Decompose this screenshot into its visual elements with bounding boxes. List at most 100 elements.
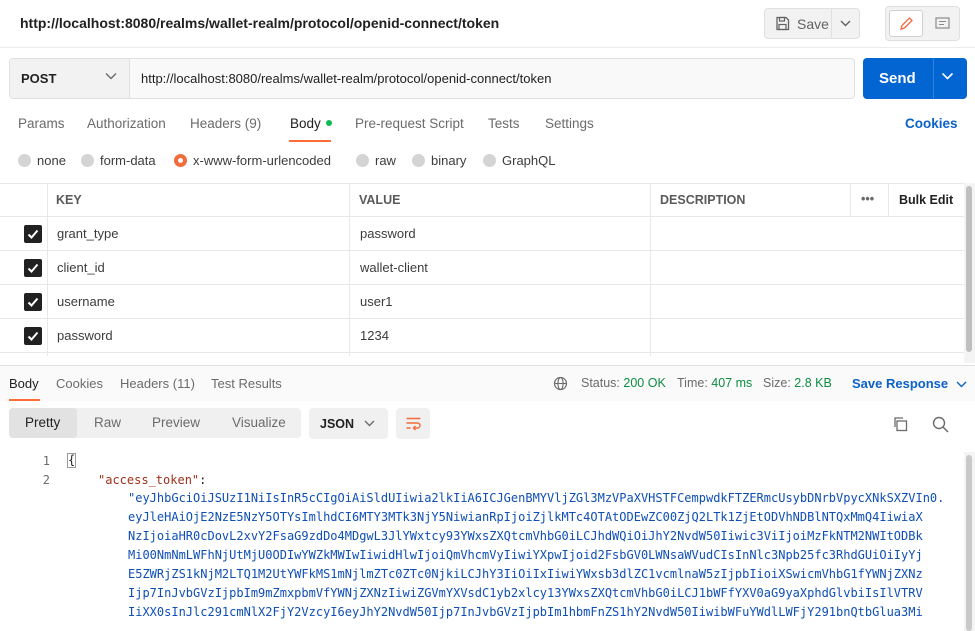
row-checkbox[interactable] (24, 293, 42, 311)
row-checkbox[interactable] (24, 327, 42, 345)
format-select[interactable]: JSON (309, 408, 388, 439)
tab-body[interactable]: Body (290, 116, 332, 131)
checkmark-icon (27, 331, 39, 341)
edit-mode-button[interactable] (889, 10, 923, 37)
chevron-down-icon (956, 381, 967, 388)
param-value[interactable]: user1 (360, 294, 393, 309)
line-number: 1 (42, 454, 50, 468)
view-raw[interactable]: Raw (94, 415, 121, 430)
json-value-line: IiXX0sInJlc291cmNlX2FjY2VzcyI6eyJhY2NvdW… (128, 605, 923, 619)
param-key[interactable]: password (57, 328, 113, 343)
radio-circle (356, 154, 369, 167)
view-preview[interactable]: Preview (152, 415, 200, 430)
param-value[interactable]: 1234 (360, 328, 389, 343)
table-header: KEY VALUE DESCRIPTION ••• Bulk Edit (0, 183, 964, 217)
param-key[interactable]: grant_type (57, 226, 118, 241)
radio-label: form-data (100, 153, 156, 168)
documentation-mode-button[interactable] (926, 10, 958, 37)
code-scrollbar-thumb[interactable] (966, 455, 972, 631)
tab-pre-request-script[interactable]: Pre-request Script (355, 116, 464, 131)
radio-circle-selected (174, 154, 187, 167)
send-divider (933, 58, 934, 99)
radio-circle (412, 154, 425, 167)
radio-label: raw (375, 153, 396, 168)
send-button[interactable]: Send (863, 58, 967, 99)
view-pretty[interactable]: Pretty (25, 415, 60, 430)
param-key[interactable]: username (57, 294, 115, 309)
time-label: Time: (677, 376, 708, 390)
tab-authorization[interactable]: Authorization (87, 116, 166, 131)
header-description: DESCRIPTION (660, 193, 746, 207)
format-label: JSON (320, 417, 355, 431)
radio-label: binary (431, 153, 467, 168)
radio-label: GraphQL (502, 153, 556, 168)
request-title[interactable]: http://localhost:8080/realms/wallet-real… (20, 15, 499, 31)
bulk-edit-button[interactable]: Bulk Edit (899, 193, 953, 207)
body-modified-dot (325, 120, 332, 127)
wrap-lines-button[interactable] (396, 408, 430, 439)
cookies-link[interactable]: Cookies (905, 116, 958, 131)
row-checkbox[interactable] (24, 225, 42, 243)
globe-icon[interactable] (553, 376, 568, 391)
copy-icon[interactable] (892, 416, 908, 432)
save-options-button[interactable] (832, 8, 860, 39)
checkmark-icon (27, 297, 39, 307)
method-select[interactable]: POST (10, 59, 130, 98)
json-value-line: Ijp7InJvbGVzIjpbIm9mZmxpbmVfYWNjZXNzIiwi… (128, 586, 923, 600)
chevron-down-icon[interactable] (941, 72, 954, 81)
save-button[interactable]: Save (764, 8, 832, 39)
radio-form-data[interactable]: form-data (81, 153, 156, 168)
url-input[interactable]: http://localhost:8080/realms/wallet-real… (141, 71, 551, 86)
header-key: KEY (56, 193, 82, 207)
column-divider (888, 183, 889, 217)
column-divider (850, 183, 851, 217)
chevron-down-icon (105, 73, 117, 80)
param-value[interactable]: wallet-client (360, 260, 428, 275)
response-tab-body[interactable]: Body (9, 376, 39, 391)
line-number: 2 (42, 473, 50, 487)
table-row: grant_type password (0, 217, 964, 251)
json-value-line: NzIjoiaHR0cDovL2xvY2FsaG9zdDo4MDgwL3JlYW… (128, 529, 923, 543)
response-bar: Body Cookies Headers (11) Test Results S… (0, 365, 975, 401)
response-size: Size: 2.8 KB (763, 376, 832, 390)
json-value-line: E5ZWRjZS1kNjM2LTQ1M2UtYWFkMS1mNjlmZTc0ZT… (128, 567, 923, 581)
tab-settings[interactable]: Settings (545, 116, 594, 131)
table-row: client_id wallet-client (0, 251, 964, 285)
response-body-code[interactable]: 1 2 { "access_token": "eyJhbGciOiJSUzI1N… (0, 452, 964, 631)
size-label: Size: (763, 376, 791, 390)
response-status: Status: 200 OK (581, 376, 666, 390)
table-row: username user1 (0, 285, 964, 319)
radio-none[interactable]: none (18, 153, 66, 168)
active-tab-indicator (289, 140, 331, 142)
tab-params[interactable]: Params (18, 116, 65, 131)
row-checkbox[interactable] (24, 259, 42, 277)
radio-label: none (37, 153, 66, 168)
column-divider (47, 183, 48, 356)
tab-tests[interactable]: Tests (488, 116, 520, 131)
header-value: VALUE (359, 193, 401, 207)
column-divider (650, 183, 651, 356)
response-tab-test-results[interactable]: Test Results (211, 376, 282, 391)
view-mode-toggle (885, 6, 960, 41)
send-label: Send (879, 70, 916, 87)
radio-x-www-form-urlencoded[interactable]: x-www-form-urlencoded (174, 153, 331, 168)
tab-headers[interactable]: Headers (9) (190, 116, 261, 131)
json-value-line: eyJleHAiOjE2NzE5NzY5OTYsImlhdCI6MTY3MTk3… (128, 510, 923, 524)
title-bar: http://localhost:8080/realms/wallet-real… (0, 0, 975, 48)
save-response-button[interactable]: Save Response (852, 376, 967, 391)
response-tab-cookies[interactable]: Cookies (56, 376, 103, 391)
radio-circle (483, 154, 496, 167)
tab-body-label: Body (290, 116, 321, 131)
radio-graphql[interactable]: GraphQL (483, 153, 555, 168)
search-icon[interactable] (932, 416, 949, 433)
json-colon: : (199, 473, 207, 487)
radio-binary[interactable]: binary (412, 153, 466, 168)
param-value[interactable]: password (360, 226, 416, 241)
param-key[interactable]: client_id (57, 260, 105, 275)
table-row: password 1234 (0, 319, 964, 353)
response-tab-headers[interactable]: Headers (11) (120, 376, 195, 391)
radio-raw[interactable]: raw (356, 153, 396, 168)
more-options-icon[interactable]: ••• (861, 192, 874, 206)
params-scrollbar-thumb[interactable] (966, 186, 972, 352)
view-visualize[interactable]: Visualize (232, 415, 286, 430)
